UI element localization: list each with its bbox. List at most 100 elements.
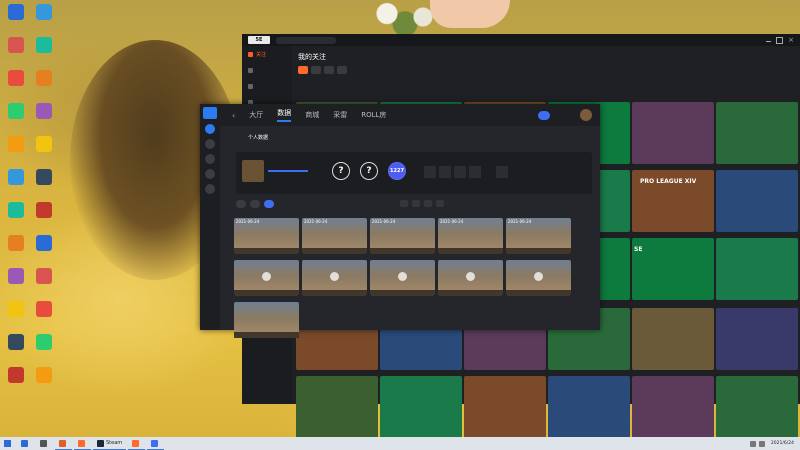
desktop-shortcut[interactable]: [2, 334, 30, 364]
overlay-tab[interactable]: 商城: [305, 110, 319, 120]
desktop-shortcut[interactable]: [30, 202, 58, 232]
desktop-shortcut[interactable]: [2, 202, 30, 232]
sidebar-settings-icon[interactable]: [205, 184, 215, 194]
live-thumbnail[interactable]: [716, 308, 798, 370]
back-icon[interactable]: ‹: [232, 111, 235, 120]
search-input[interactable]: [276, 36, 336, 44]
wifi-icon[interactable]: [749, 440, 756, 447]
close-icon[interactable]: ×: [788, 36, 794, 44]
desktop-shortcut[interactable]: [2, 367, 30, 397]
sidebar-home-icon[interactable]: [205, 124, 215, 134]
sub-tab[interactable]: 个人数据: [248, 134, 268, 141]
filter-select[interactable]: [436, 200, 444, 207]
clip-thumbnail[interactable]: [370, 260, 435, 296]
play-icon[interactable]: [398, 272, 407, 281]
clip-thumbnail[interactable]: [438, 260, 503, 296]
live-thumbnail[interactable]: [716, 102, 798, 164]
clip-caption: [234, 332, 299, 338]
desktop-shortcut[interactable]: [30, 367, 58, 397]
taskbar-app[interactable]: [36, 438, 53, 449]
clip-date: 2021-06-24: [372, 219, 396, 224]
live-thumbnail[interactable]: [380, 376, 462, 438]
live-thumbnail[interactable]: [296, 376, 378, 438]
clip-thumbnail[interactable]: 2021-06-24: [506, 218, 571, 254]
desktop-shortcut[interactable]: [2, 169, 30, 199]
play-icon[interactable]: [330, 272, 339, 281]
taskbar-app[interactable]: [128, 438, 146, 450]
desktop-shortcut[interactable]: [2, 37, 30, 67]
start-button[interactable]: [0, 438, 15, 449]
desktop-shortcut[interactable]: [2, 136, 30, 166]
filter-pill[interactable]: [250, 200, 260, 208]
desktop-shortcut[interactable]: [30, 235, 58, 265]
clip-thumbnail[interactable]: [506, 260, 571, 296]
taskbar-app[interactable]: [17, 438, 34, 449]
main-nav-item[interactable]: [242, 62, 292, 78]
filter-select[interactable]: [424, 200, 432, 207]
taskbar-app[interactable]: Steam: [93, 438, 127, 450]
play-icon[interactable]: [466, 272, 475, 281]
clip-thumbnail[interactable]: 2021-06-24: [438, 218, 503, 254]
main-nav-item[interactable]: 关注: [242, 46, 292, 62]
desktop-shortcut[interactable]: [2, 268, 30, 298]
live-thumbnail[interactable]: [548, 376, 630, 438]
desktop-shortcut[interactable]: [30, 268, 58, 298]
taskbar-app[interactable]: [74, 438, 91, 450]
filter-select[interactable]: [400, 200, 408, 207]
taskbar-app[interactable]: [147, 438, 165, 450]
live-thumbnail[interactable]: [632, 376, 714, 438]
taskbar-app[interactable]: [55, 438, 72, 450]
overlay-tab[interactable]: 数据: [277, 108, 292, 122]
stat-slot-b: [496, 166, 508, 178]
clip-thumbnail[interactable]: 2021-06-24: [370, 218, 435, 254]
clip-thumbnail[interactable]: 2021-06-24: [302, 218, 367, 254]
category-chip[interactable]: [298, 66, 308, 74]
live-thumbnail[interactable]: [716, 376, 798, 438]
main-nav-item[interactable]: [242, 78, 292, 94]
desktop-shortcut[interactable]: [30, 301, 58, 331]
clip-thumbnail[interactable]: [234, 260, 299, 296]
desktop-shortcut[interactable]: [30, 70, 58, 100]
desktop-shortcut[interactable]: [2, 103, 30, 133]
filter-pill[interactable]: [236, 200, 246, 208]
clip-thumbnail[interactable]: 2021-06-24: [234, 218, 299, 254]
play-icon[interactable]: [262, 272, 271, 281]
overlay-tab[interactable]: 大厅: [249, 110, 263, 120]
top-action-button[interactable]: [538, 111, 550, 120]
desktop-shortcut[interactable]: [2, 235, 30, 265]
live-thumbnail[interactable]: [716, 238, 798, 300]
overlay-tab[interactable]: 采雷: [333, 110, 347, 120]
filter-select[interactable]: [412, 200, 420, 207]
play-icon[interactable]: [534, 272, 543, 281]
desktop-shortcut[interactable]: [30, 334, 58, 364]
live-thumbnail[interactable]: [716, 170, 798, 232]
clip-thumbnail[interactable]: [234, 302, 299, 338]
category-chip[interactable]: [337, 66, 347, 74]
clip-thumbnail[interactable]: [302, 260, 367, 296]
desktop-shortcut[interactable]: [2, 301, 30, 331]
desktop-shortcut[interactable]: [2, 4, 30, 34]
clock[interactable]: 2021/6/24: [771, 441, 794, 446]
category-chip[interactable]: [311, 66, 321, 74]
avatar[interactable]: [580, 109, 592, 121]
minimize-icon[interactable]: [766, 40, 772, 42]
desktop-shortcut[interactable]: [30, 37, 58, 67]
maximize-icon[interactable]: [776, 36, 784, 44]
main-window-titlebar: 5E ×: [242, 34, 800, 46]
desktop-shortcut[interactable]: [30, 103, 58, 133]
desktop-shortcut[interactable]: [30, 4, 58, 34]
overlay-tab[interactable]: ROLL房: [361, 110, 386, 120]
sidebar-star-icon[interactable]: [205, 154, 215, 164]
desktop-shortcut[interactable]: [2, 70, 30, 100]
live-thumbnail[interactable]: [632, 102, 714, 164]
sidebar-user-icon[interactable]: [205, 139, 215, 149]
sidebar-plus-icon[interactable]: [205, 169, 215, 179]
desktop-shortcut[interactable]: [30, 136, 58, 166]
volume-icon[interactable]: [758, 440, 765, 447]
live-thumbnail[interactable]: [632, 308, 714, 370]
category-chip[interactable]: [324, 66, 334, 74]
desktop-shortcut[interactable]: [30, 169, 58, 199]
live-thumbnail[interactable]: [632, 238, 714, 300]
filter-pill[interactable]: [264, 200, 274, 208]
live-thumbnail[interactable]: [464, 376, 546, 438]
